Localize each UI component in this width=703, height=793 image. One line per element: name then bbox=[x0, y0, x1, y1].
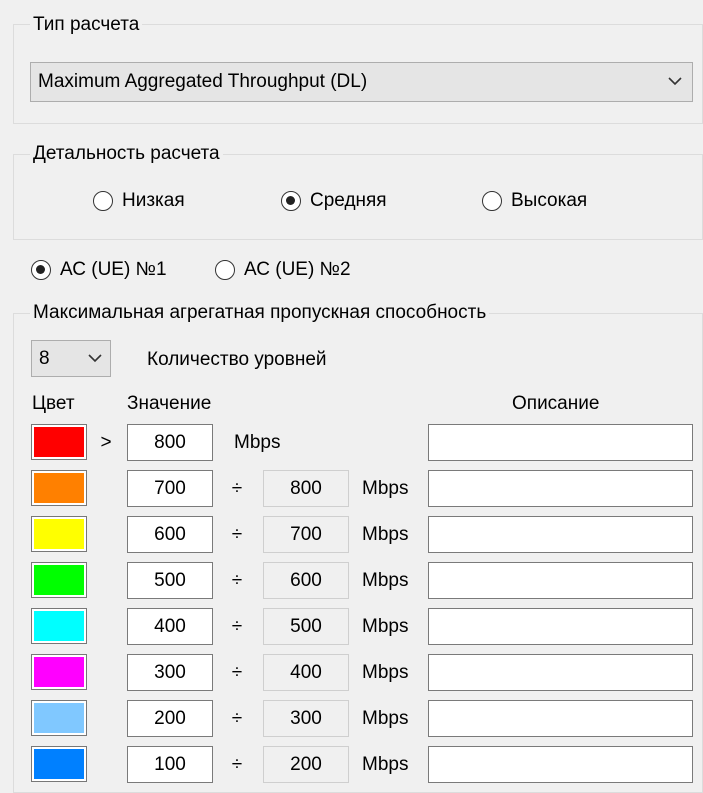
level-description-input[interactable] bbox=[428, 470, 693, 507]
unit-label: Mbps bbox=[362, 708, 409, 729]
levels-title: Максимальная агрегатная пропускная спосо… bbox=[30, 302, 490, 324]
level-description-input[interactable] bbox=[428, 516, 693, 553]
level-color-swatch[interactable] bbox=[31, 424, 87, 460]
level-color-swatch[interactable] bbox=[31, 516, 87, 552]
level-description-input[interactable] bbox=[428, 424, 693, 461]
level-color-swatch[interactable] bbox=[31, 746, 87, 782]
level-to-value: 800 bbox=[263, 470, 349, 507]
header-color: Цвет bbox=[32, 393, 75, 414]
level-to-value: 300 bbox=[263, 700, 349, 737]
level-description-input[interactable] bbox=[428, 746, 693, 783]
level-from-input[interactable]: 700 bbox=[127, 470, 213, 507]
level-from-input[interactable]: 800 bbox=[127, 424, 213, 461]
level-from-input[interactable]: 600 bbox=[127, 516, 213, 553]
unit-label: Mbps bbox=[362, 662, 409, 683]
level-color-swatch[interactable] bbox=[31, 562, 87, 598]
detail-radio-high[interactable]: Высокая bbox=[482, 190, 587, 212]
detail-title: Детальность расчета bbox=[30, 143, 223, 165]
radio-unchecked-icon bbox=[482, 191, 502, 211]
level-color-swatch[interactable] bbox=[31, 608, 87, 644]
level-from-input[interactable]: 400 bbox=[127, 608, 213, 645]
unit-label: Mbps bbox=[362, 524, 409, 545]
chevron-down-icon bbox=[88, 354, 102, 363]
calc-type-select[interactable]: Maximum Aggregated Throughput (DL) bbox=[30, 62, 693, 102]
unit-label: Mbps bbox=[234, 432, 281, 453]
chevron-down-icon bbox=[668, 77, 682, 86]
radio-unchecked-icon bbox=[93, 191, 113, 211]
level-description-input[interactable] bbox=[428, 654, 693, 691]
range-symbol: ÷ bbox=[231, 524, 243, 545]
level-from-input[interactable]: 300 bbox=[127, 654, 213, 691]
range-symbol: ÷ bbox=[231, 708, 243, 729]
radio-checked-icon bbox=[281, 191, 301, 211]
level-color-swatch[interactable] bbox=[31, 470, 87, 506]
range-symbol: ÷ bbox=[231, 478, 243, 499]
header-value: Значение bbox=[127, 393, 212, 414]
level-to-value: 400 bbox=[263, 654, 349, 691]
detail-radio-low[interactable]: Низкая bbox=[93, 190, 185, 212]
level-color-swatch[interactable] bbox=[31, 700, 87, 736]
levels-count-select[interactable]: 8 bbox=[31, 340, 111, 377]
unit-label: Mbps bbox=[362, 570, 409, 591]
level-to-value: 200 bbox=[263, 746, 349, 783]
terminal-1-label: АС (UE) №1 bbox=[60, 259, 167, 280]
calc-type-value: Maximum Aggregated Throughput (DL) bbox=[38, 71, 368, 92]
level-description-input[interactable] bbox=[428, 700, 693, 737]
greater-than-symbol: > bbox=[100, 432, 112, 453]
detail-high-label: Высокая bbox=[511, 190, 588, 211]
range-symbol: ÷ bbox=[231, 616, 243, 637]
range-symbol: ÷ bbox=[231, 662, 243, 683]
level-description-input[interactable] bbox=[428, 608, 693, 645]
level-from-input[interactable]: 500 bbox=[127, 562, 213, 599]
level-from-input[interactable]: 200 bbox=[127, 700, 213, 737]
radio-checked-icon bbox=[31, 260, 51, 280]
radio-unchecked-icon bbox=[215, 260, 235, 280]
calc-type-title: Тип расчета bbox=[30, 14, 143, 36]
detail-low-label: Низкая bbox=[122, 190, 185, 211]
range-symbol: ÷ bbox=[231, 570, 243, 591]
detail-radio-medium[interactable]: Средняя bbox=[281, 190, 387, 212]
terminal-2-label: АС (UE) №2 bbox=[244, 259, 351, 280]
levels-count-value: 8 bbox=[39, 348, 50, 369]
level-to-value: 500 bbox=[263, 608, 349, 645]
detail-medium-label: Средняя bbox=[310, 190, 387, 211]
levels-count-label: Количество уровней bbox=[147, 349, 327, 370]
terminal-radio-1[interactable]: АС (UE) №1 bbox=[31, 259, 167, 281]
level-description-input[interactable] bbox=[428, 562, 693, 599]
range-symbol: ÷ bbox=[231, 754, 243, 775]
header-description: Описание bbox=[512, 393, 600, 414]
level-to-value: 600 bbox=[263, 562, 349, 599]
level-color-swatch[interactable] bbox=[31, 654, 87, 690]
unit-label: Mbps bbox=[362, 754, 409, 775]
unit-label: Mbps bbox=[362, 478, 409, 499]
terminal-radio-2[interactable]: АС (UE) №2 bbox=[215, 259, 351, 281]
level-to-value: 700 bbox=[263, 516, 349, 553]
unit-label: Mbps bbox=[362, 616, 409, 637]
level-from-input[interactable]: 100 bbox=[127, 746, 213, 783]
